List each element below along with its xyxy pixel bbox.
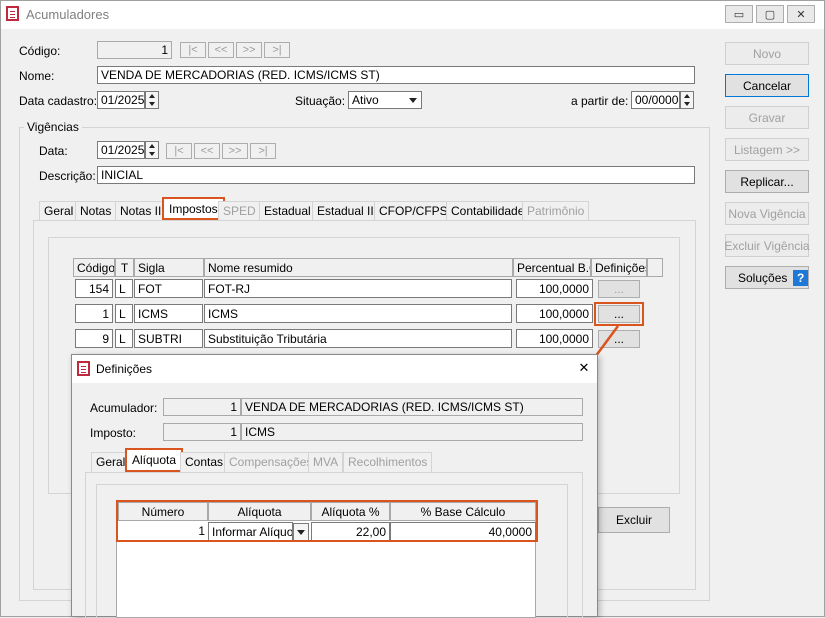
tab-estadual-ii[interactable]: Estadual II (312, 201, 379, 221)
descricao-label: Descrição: (39, 169, 96, 183)
cancelar-button[interactable]: Cancelar (725, 74, 809, 97)
dialog-imposto-name: ICMS (241, 423, 583, 441)
listagem-button[interactable]: Listagem >> (725, 138, 809, 161)
excluir-button[interactable]: Excluir (598, 507, 670, 533)
vigencia-last-button[interactable]: >| (250, 143, 276, 159)
vigencia-data-field[interactable]: 01/2025 (97, 141, 145, 159)
row1-sigla[interactable]: FOT (134, 279, 203, 298)
tab-notas-ii[interactable]: Notas II (115, 201, 167, 221)
situacao-value: Ativo (352, 93, 379, 107)
dialog-tab-mva[interactable]: MVA (308, 452, 344, 472)
codigo-field[interactable]: 1 (97, 41, 172, 59)
dialog-acumulador-label: Acumulador: (90, 401, 158, 415)
header-codigo: Código (73, 258, 115, 277)
data-cadastro-field[interactable]: 01/2025 (97, 91, 145, 109)
a-partir-field[interactable]: 00/0000 (631, 91, 680, 109)
dialog-imposto-code: 1 (163, 423, 241, 441)
data-cadastro-label: Data cadastro: (19, 94, 98, 108)
dialog-tab-compensacoes[interactable]: Compensações (224, 452, 318, 472)
nome-field[interactable]: VENDA DE MERCADORIAS (RED. ICMS/ICMS ST) (97, 66, 695, 84)
row1-codigo[interactable]: 154 (75, 279, 113, 298)
dialog-title: Definições (96, 362, 153, 376)
a-partir-label: a partir de: (571, 94, 629, 108)
row2-nome[interactable]: ICMS (204, 304, 512, 323)
tab-cfop-cfps[interactable]: CFOP/CFPS (374, 201, 453, 221)
first-record-button[interactable]: |< (180, 42, 206, 58)
previous-record-button[interactable]: << (208, 42, 234, 58)
dialog-tab-recolhimentos[interactable]: Recolhimentos (343, 452, 433, 472)
nome-label: Nome: (19, 69, 55, 83)
gravar-button[interactable]: Gravar (725, 106, 809, 129)
header-filler (647, 258, 663, 277)
codigo-label: Código: (19, 44, 61, 58)
row2-sigla[interactable]: ICMS (134, 304, 203, 323)
solucoes-button[interactable]: Soluções ? (725, 266, 809, 289)
row1-t[interactable]: L (115, 279, 133, 298)
vigencia-first-button[interactable]: |< (166, 143, 192, 159)
dialog-document-icon (77, 361, 90, 376)
document-icon (6, 6, 19, 21)
row3-t[interactable]: L (115, 329, 133, 348)
definicoes-dialog: Definições ✕ Acumulador: 1 VENDA DE MERC… (71, 354, 598, 618)
dialog-tab-contas[interactable]: Contas (180, 452, 229, 472)
vigencia-next-button[interactable]: >> (222, 143, 248, 159)
close-button[interactable]: ✕ (787, 5, 815, 23)
dialog-acumulador-code: 1 (163, 398, 241, 416)
tab-geral[interactable]: Geral (39, 201, 79, 221)
descricao-field[interactable]: INICIAL (97, 166, 695, 184)
a-partir-spinner[interactable] (680, 91, 694, 109)
data-cadastro-spinner[interactable] (145, 91, 159, 109)
tab-estadual[interactable]: Estadual (259, 201, 316, 221)
next-record-button[interactable]: >> (236, 42, 262, 58)
aliquota-grid-highlight (116, 500, 538, 542)
help-icon: ? (793, 269, 808, 286)
excluir-vigencia-button[interactable]: Excluir Vigência (724, 234, 810, 257)
header-nome-resumido: Nome resumido (204, 258, 513, 277)
tab-impostos[interactable]: Impostos (162, 197, 225, 220)
replicar-button[interactable]: Replicar... (725, 170, 809, 193)
header-percentual: Percentual B.C. (513, 258, 591, 277)
header-definicoes: Definições (591, 258, 647, 277)
vigencia-previous-button[interactable]: << (194, 143, 220, 159)
dialog-acumulador-name: VENDA DE MERCADORIAS (RED. ICMS/ICMS ST) (241, 398, 583, 416)
solucoes-label: Soluções (738, 270, 788, 285)
maximize-button[interactable]: ▢ (756, 5, 784, 23)
nova-vigencia-button[interactable]: Nova Vigência (725, 202, 809, 225)
row3-sigla[interactable]: SUBTRI (134, 329, 203, 348)
minimize-button[interactable]: ▭ (725, 5, 753, 23)
tab-patrimonio[interactable]: Patrimônio (522, 201, 590, 221)
tab-notas[interactable]: Notas (75, 201, 117, 221)
novo-button[interactable]: Novo (725, 42, 809, 65)
row1-definicoes-button[interactable]: ... (598, 280, 640, 298)
window-title: Acumuladores (26, 7, 110, 22)
row3-codigo[interactable]: 9 (75, 329, 113, 348)
dialog-tab-aliquota[interactable]: Alíquota (125, 448, 184, 472)
row1-nome[interactable]: FOT-RJ (204, 279, 512, 298)
tab-sped[interactable]: SPED (218, 201, 261, 221)
header-sigla: Sigla (134, 258, 204, 277)
situacao-label: Situação: (295, 94, 346, 108)
title-bar (1, 1, 824, 29)
vigencia-data-spinner[interactable] (145, 141, 159, 159)
vigencias-group-label: Vigências (24, 120, 82, 134)
chevron-down-icon[interactable] (405, 92, 421, 108)
row2-codigo[interactable]: 1 (75, 304, 113, 323)
dialog-close-button[interactable]: ✕ (575, 360, 593, 376)
row2-t[interactable]: L (115, 304, 133, 323)
tab-contabilidade[interactable]: Contabilidade (446, 201, 530, 221)
last-record-button[interactable]: >| (264, 42, 290, 58)
dialog-imposto-label: Imposto: (90, 426, 137, 440)
row3-nome[interactable]: Substituição Tributária (204, 329, 512, 348)
row1-percentual[interactable]: 100,0000 (516, 279, 593, 298)
header-t: T (115, 258, 134, 277)
vigencia-data-label: Data: (39, 144, 68, 158)
